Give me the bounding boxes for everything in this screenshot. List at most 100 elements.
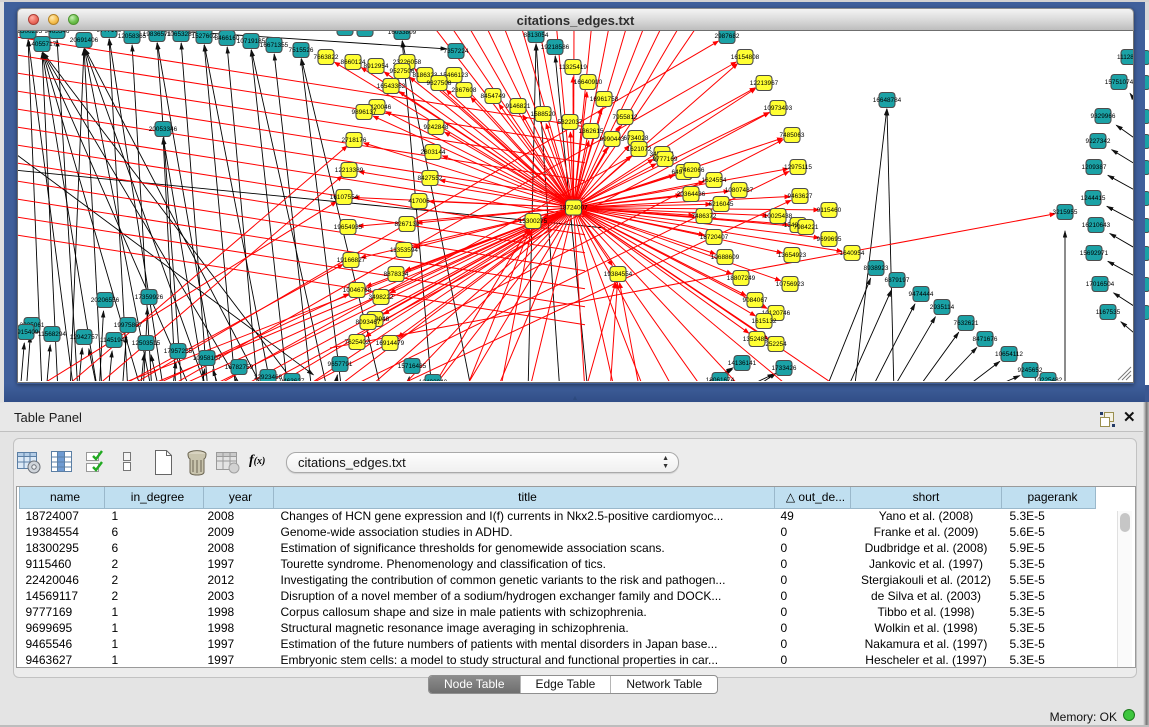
svg-text:7515526: 7515526: [289, 47, 314, 54]
svg-text:18300295: 18300295: [18, 31, 43, 35]
svg-text:9146821: 9146821: [506, 103, 531, 110]
svg-text:19654935: 19654935: [334, 224, 363, 231]
svg-text:5322037: 5322037: [558, 119, 583, 126]
svg-text:16210643: 16210643: [1082, 222, 1111, 229]
svg-text:15716485: 15716485: [398, 363, 427, 370]
svg-text:1624554: 1624554: [702, 177, 727, 184]
svg-text:6879197: 6879197: [885, 277, 910, 284]
svg-text:16107554: 16107554: [330, 194, 359, 201]
svg-text:8878334: 8878334: [384, 271, 409, 278]
svg-text:9699695: 9699695: [817, 236, 842, 243]
svg-text:9463627: 9463627: [280, 378, 305, 381]
svg-text:7984221: 7984221: [794, 224, 819, 231]
svg-text:11568294: 11568294: [38, 331, 66, 338]
svg-text:20364436: 20364436: [677, 191, 706, 198]
svg-text:417006: 417006: [408, 198, 430, 205]
svg-text:11353594: 11353594: [390, 247, 418, 254]
svg-text:12213389: 12213389: [335, 167, 364, 174]
svg-text:12213967: 12213967: [750, 80, 779, 87]
svg-text:1209387: 1209387: [1082, 164, 1107, 171]
svg-text:8471676: 8471676: [973, 336, 998, 343]
svg-text:8427552: 8427552: [418, 175, 443, 182]
svg-text:12975115: 12975115: [784, 164, 812, 171]
svg-text:19975867: 19975867: [114, 322, 143, 329]
svg-text:1362615: 1362615: [579, 128, 604, 135]
svg-text:16033809: 16033809: [388, 31, 417, 36]
svg-text:7955812: 7955812: [613, 114, 638, 121]
svg-text:9327508: 9327508: [427, 80, 452, 87]
svg-text:6216045: 6216045: [709, 201, 734, 208]
svg-text:16543362: 16543362: [377, 83, 406, 90]
svg-text:10973493: 10973493: [764, 105, 793, 112]
svg-text:7632621: 7632621: [954, 320, 979, 327]
svg-text:2987682: 2987682: [715, 33, 740, 40]
svg-text:7486372: 7486372: [692, 213, 717, 220]
svg-text:7485063: 7485063: [780, 132, 805, 139]
svg-text:9527506: 9527506: [390, 68, 415, 75]
svg-text:1615132: 1615132: [752, 318, 777, 325]
svg-text:10046768: 10046768: [343, 287, 372, 294]
svg-text:16914479: 16914479: [376, 340, 405, 347]
svg-text:20053346: 20053346: [149, 126, 178, 133]
svg-text:9465546: 9465546: [45, 31, 70, 35]
svg-text:7663822: 7663822: [314, 54, 339, 61]
svg-text:1167535: 1167535: [1096, 309, 1121, 316]
svg-text:9474444: 9474444: [909, 291, 934, 298]
svg-text:19384554: 19384554: [604, 271, 633, 278]
svg-text:11325419: 11325419: [559, 64, 587, 71]
svg-text:15692971: 15692971: [1080, 250, 1109, 257]
svg-text:9463627: 9463627: [788, 193, 813, 200]
svg-text:9084067: 9084067: [743, 297, 768, 304]
svg-text:2718176: 2718176: [342, 137, 367, 144]
svg-text:3215955: 3215955: [1053, 209, 1078, 216]
svg-text:17957255: 17957255: [164, 348, 193, 355]
svg-text:12503515: 12503515: [132, 340, 161, 347]
svg-text:11451945: 11451945: [100, 337, 128, 344]
svg-text:15751074: 15751074: [1105, 79, 1133, 86]
svg-text:1112858: 1112858: [1117, 54, 1133, 61]
svg-text:2935114: 2935114: [930, 304, 955, 311]
svg-text:7357224: 7357224: [444, 48, 469, 55]
svg-text:9227342: 9227342: [1086, 138, 1111, 145]
svg-text:9896137: 9896137: [352, 109, 377, 116]
svg-text:9245652: 9245652: [1018, 367, 1043, 374]
svg-text:10025438: 10025438: [764, 213, 793, 220]
svg-text:9242848: 9242848: [424, 124, 449, 131]
svg-text:1640954: 1640954: [840, 250, 865, 257]
svg-text:10654112: 10654112: [995, 351, 1023, 358]
svg-text:10225482: 10225482: [1034, 377, 1063, 381]
svg-text:1244415: 1244415: [1081, 195, 1106, 202]
svg-text:2367608: 2367608: [452, 87, 477, 94]
svg-text:17359926: 17359926: [135, 294, 164, 301]
svg-text:16671355: 16671355: [260, 42, 289, 49]
svg-text:9115460: 9115460: [817, 207, 842, 214]
svg-text:10958107: 10958107: [193, 355, 222, 362]
svg-text:12923468: 12923468: [254, 374, 283, 381]
svg-text:16648784: 16648784: [873, 97, 902, 104]
svg-text:18061674: 18061674: [706, 377, 735, 381]
svg-text:9657791: 9657791: [328, 361, 353, 368]
svg-text:3498222: 3498222: [369, 294, 394, 301]
svg-text:8454749: 8454749: [481, 93, 506, 100]
svg-text:10807487: 10807487: [725, 187, 754, 194]
svg-text:8660124: 8660124: [341, 59, 366, 66]
svg-text:20691406: 20691406: [70, 37, 99, 44]
svg-text:18492940: 18492940: [351, 31, 380, 33]
svg-text:15300275: 15300275: [519, 218, 548, 225]
svg-text:8938923: 8938923: [864, 265, 889, 272]
svg-text:19166827: 19166827: [337, 257, 366, 264]
svg-text:1621072: 1621072: [627, 146, 652, 153]
svg-text:18724007: 18724007: [559, 205, 588, 212]
svg-text:16640910: 16640910: [574, 79, 603, 86]
svg-text:14055717: 14055717: [28, 41, 57, 48]
svg-text:12942757: 12942757: [70, 334, 99, 341]
svg-text:8267130: 8267130: [395, 221, 420, 228]
svg-text:1527602: 1527602: [192, 33, 217, 40]
svg-text:8093467: 8093467: [356, 319, 381, 326]
svg-text:10756923: 10756923: [776, 281, 805, 288]
svg-text:8990443: 8990443: [600, 136, 625, 143]
svg-text:14136141: 14136141: [728, 360, 757, 367]
svg-text:9777169: 9777169: [653, 156, 678, 163]
svg-text:9329966: 9329966: [1091, 113, 1116, 120]
svg-text:13654923: 13654923: [778, 252, 807, 259]
